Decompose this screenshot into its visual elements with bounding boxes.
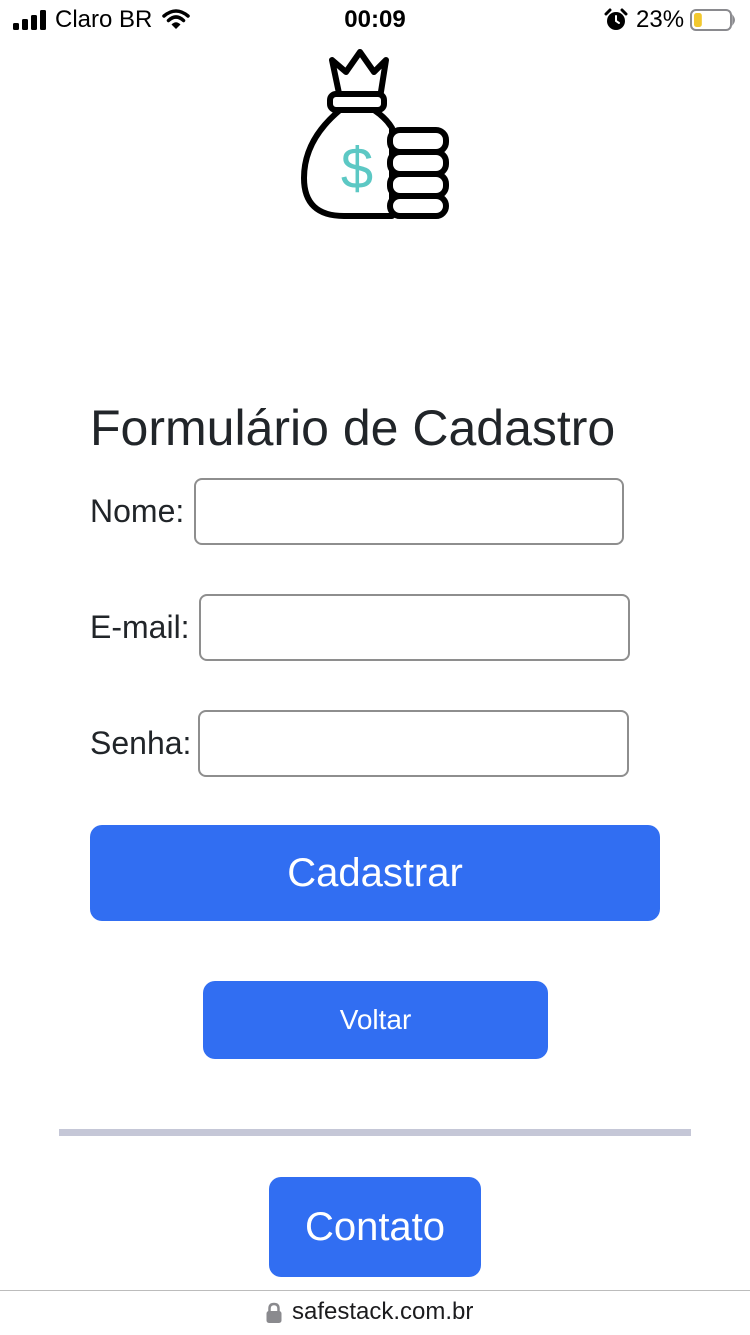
name-label: Nome: (90, 493, 185, 529)
back-button[interactable]: Voltar (203, 981, 548, 1059)
divider (59, 1129, 691, 1136)
alarm-icon (604, 8, 628, 30)
url-text: safestack.com.br (292, 1298, 474, 1325)
battery-percentage: 23% (636, 6, 685, 33)
money-bag-coins-icon: $ (301, 49, 449, 219)
email-label: E-mail: (90, 609, 190, 645)
status-bar: Claro BR 00:09 23% (0, 0, 750, 40)
battery-icon (690, 9, 735, 31)
email-input[interactable] (199, 594, 630, 661)
browser-url-bar[interactable]: safestack.com.br (0, 1290, 750, 1335)
lock-icon (266, 1302, 282, 1323)
password-label: Senha: (90, 725, 192, 761)
form-title: Formulário de Cadastro (90, 400, 616, 456)
password-input[interactable] (198, 710, 629, 777)
dollar-symbol: $ (341, 136, 373, 201)
contact-button[interactable]: Contato (269, 1177, 481, 1277)
name-input[interactable] (194, 478, 624, 545)
register-button[interactable]: Cadastrar (90, 825, 660, 921)
